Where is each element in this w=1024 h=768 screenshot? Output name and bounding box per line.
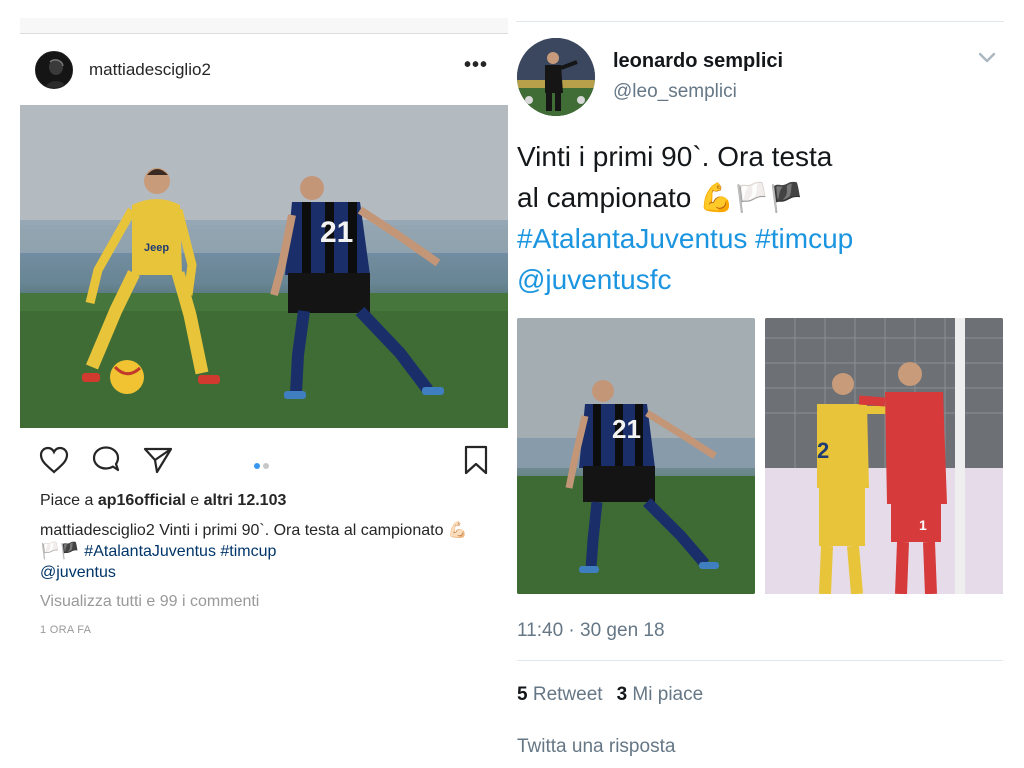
tweet-mention-juventusfc[interactable]: @juventusfc: [517, 264, 672, 295]
instagram-post: mattiadesciglio2 ••• Jeep 21 Piace a ap1…: [20, 18, 508, 758]
jersey-number: 21: [612, 414, 641, 444]
divider: [517, 660, 1003, 661]
reply-input[interactable]: Twitta una risposta: [517, 736, 675, 758]
tweet-photo-2[interactable]: 2 1: [765, 318, 1003, 594]
view-all-comments-link[interactable]: Visualizza tutti e 99 i commenti: [40, 593, 259, 611]
instagram-top-bar: [20, 18, 508, 34]
jersey-number-right: 1: [919, 517, 927, 533]
likes-user-link[interactable]: ap16official: [98, 492, 186, 509]
likes-middle: e: [185, 492, 204, 509]
instagram-post-header: mattiadesciglio2 •••: [20, 48, 508, 92]
tweet-hashtag-timcup[interactable]: #timcup: [755, 223, 853, 254]
retweet-count-link[interactable]: 5 Retweet: [517, 684, 603, 705]
tweet-photo-1[interactable]: 21: [517, 318, 755, 594]
heart-icon[interactable]: [38, 444, 70, 476]
football-match-photo: Jeep 21: [20, 105, 508, 428]
jersey-sponsor-text: Jeep: [144, 242, 169, 254]
jersey-number-left: 2: [817, 438, 829, 463]
post-caption: mattiadesciglio2 Vinti i primi 90`. Ora …: [40, 520, 480, 583]
like-count-link[interactable]: 3 Mi piace: [617, 684, 704, 705]
twitter-tweet: leonardo semplici @leo_semplici Vinti i …: [516, 18, 1004, 758]
caption-username[interactable]: mattiadesciglio2: [40, 522, 155, 539]
carousel-dot: [263, 463, 269, 469]
post-username[interactable]: mattiadesciglio2: [89, 60, 211, 80]
tweet-stats: 5 Retweet 3 Mi piace: [517, 684, 703, 706]
share-icon[interactable]: [142, 444, 174, 476]
divider: [516, 21, 1004, 22]
tweet-text-line2: al campionato 💪🏳️🏴: [517, 182, 804, 213]
retweet-count: 5: [517, 684, 528, 705]
caption-mention-juventus[interactable]: @juventus: [40, 564, 116, 581]
likes-line[interactable]: Piace a ap16official e altri 12.103: [40, 492, 286, 510]
jersey-number: 21: [320, 216, 353, 249]
caption-hashtag-atalantajuventus[interactable]: #AtalantaJuventus: [84, 543, 216, 560]
like-count: 3: [616, 684, 628, 705]
tweet-author-handle[interactable]: @leo_semplici: [613, 81, 737, 103]
screenshot-collage: mattiadesciglio2 ••• Jeep 21 Piace a ap1…: [0, 0, 1024, 768]
carousel-indicator: [254, 456, 272, 474]
likes-prefix: Piace a: [40, 492, 98, 509]
post-action-bar: [20, 442, 508, 478]
tweet-author-name[interactable]: leonardo semplici: [613, 50, 783, 73]
avatar[interactable]: [517, 38, 595, 116]
post-photo[interactable]: Jeep 21: [20, 105, 508, 428]
avatar-image: [517, 38, 595, 116]
carousel-dot-active: [254, 463, 260, 469]
tweet-photo-1-image: 21: [517, 318, 755, 594]
more-dots-icon[interactable]: •••: [464, 54, 488, 77]
avatar-image: [36, 52, 72, 88]
post-timestamp: 1 ORA FA: [40, 624, 92, 636]
tweet-photo-2-image: 2 1: [765, 318, 1003, 594]
avatar[interactable]: [35, 51, 73, 89]
tweet-text-line1: Vinti i primi 90`. Ora testa: [517, 141, 833, 172]
caption-hashtag-timcup[interactable]: #timcup: [220, 543, 276, 560]
like-label: Mi piace: [632, 684, 704, 705]
tweet-hashtag-atalantajuventus[interactable]: #AtalantaJuventus: [517, 223, 747, 254]
chevron-down-icon[interactable]: [976, 46, 998, 68]
retweet-label: Retweet: [532, 684, 603, 705]
comment-icon[interactable]: [90, 444, 122, 476]
bookmark-icon[interactable]: [460, 444, 492, 476]
likes-count-link[interactable]: altri 12.103: [204, 492, 287, 509]
tweet-timestamp[interactable]: 11:40 · 30 gen 18: [517, 620, 665, 642]
tweet-text: Vinti i primi 90`. Ora testa al campiona…: [517, 136, 957, 300]
